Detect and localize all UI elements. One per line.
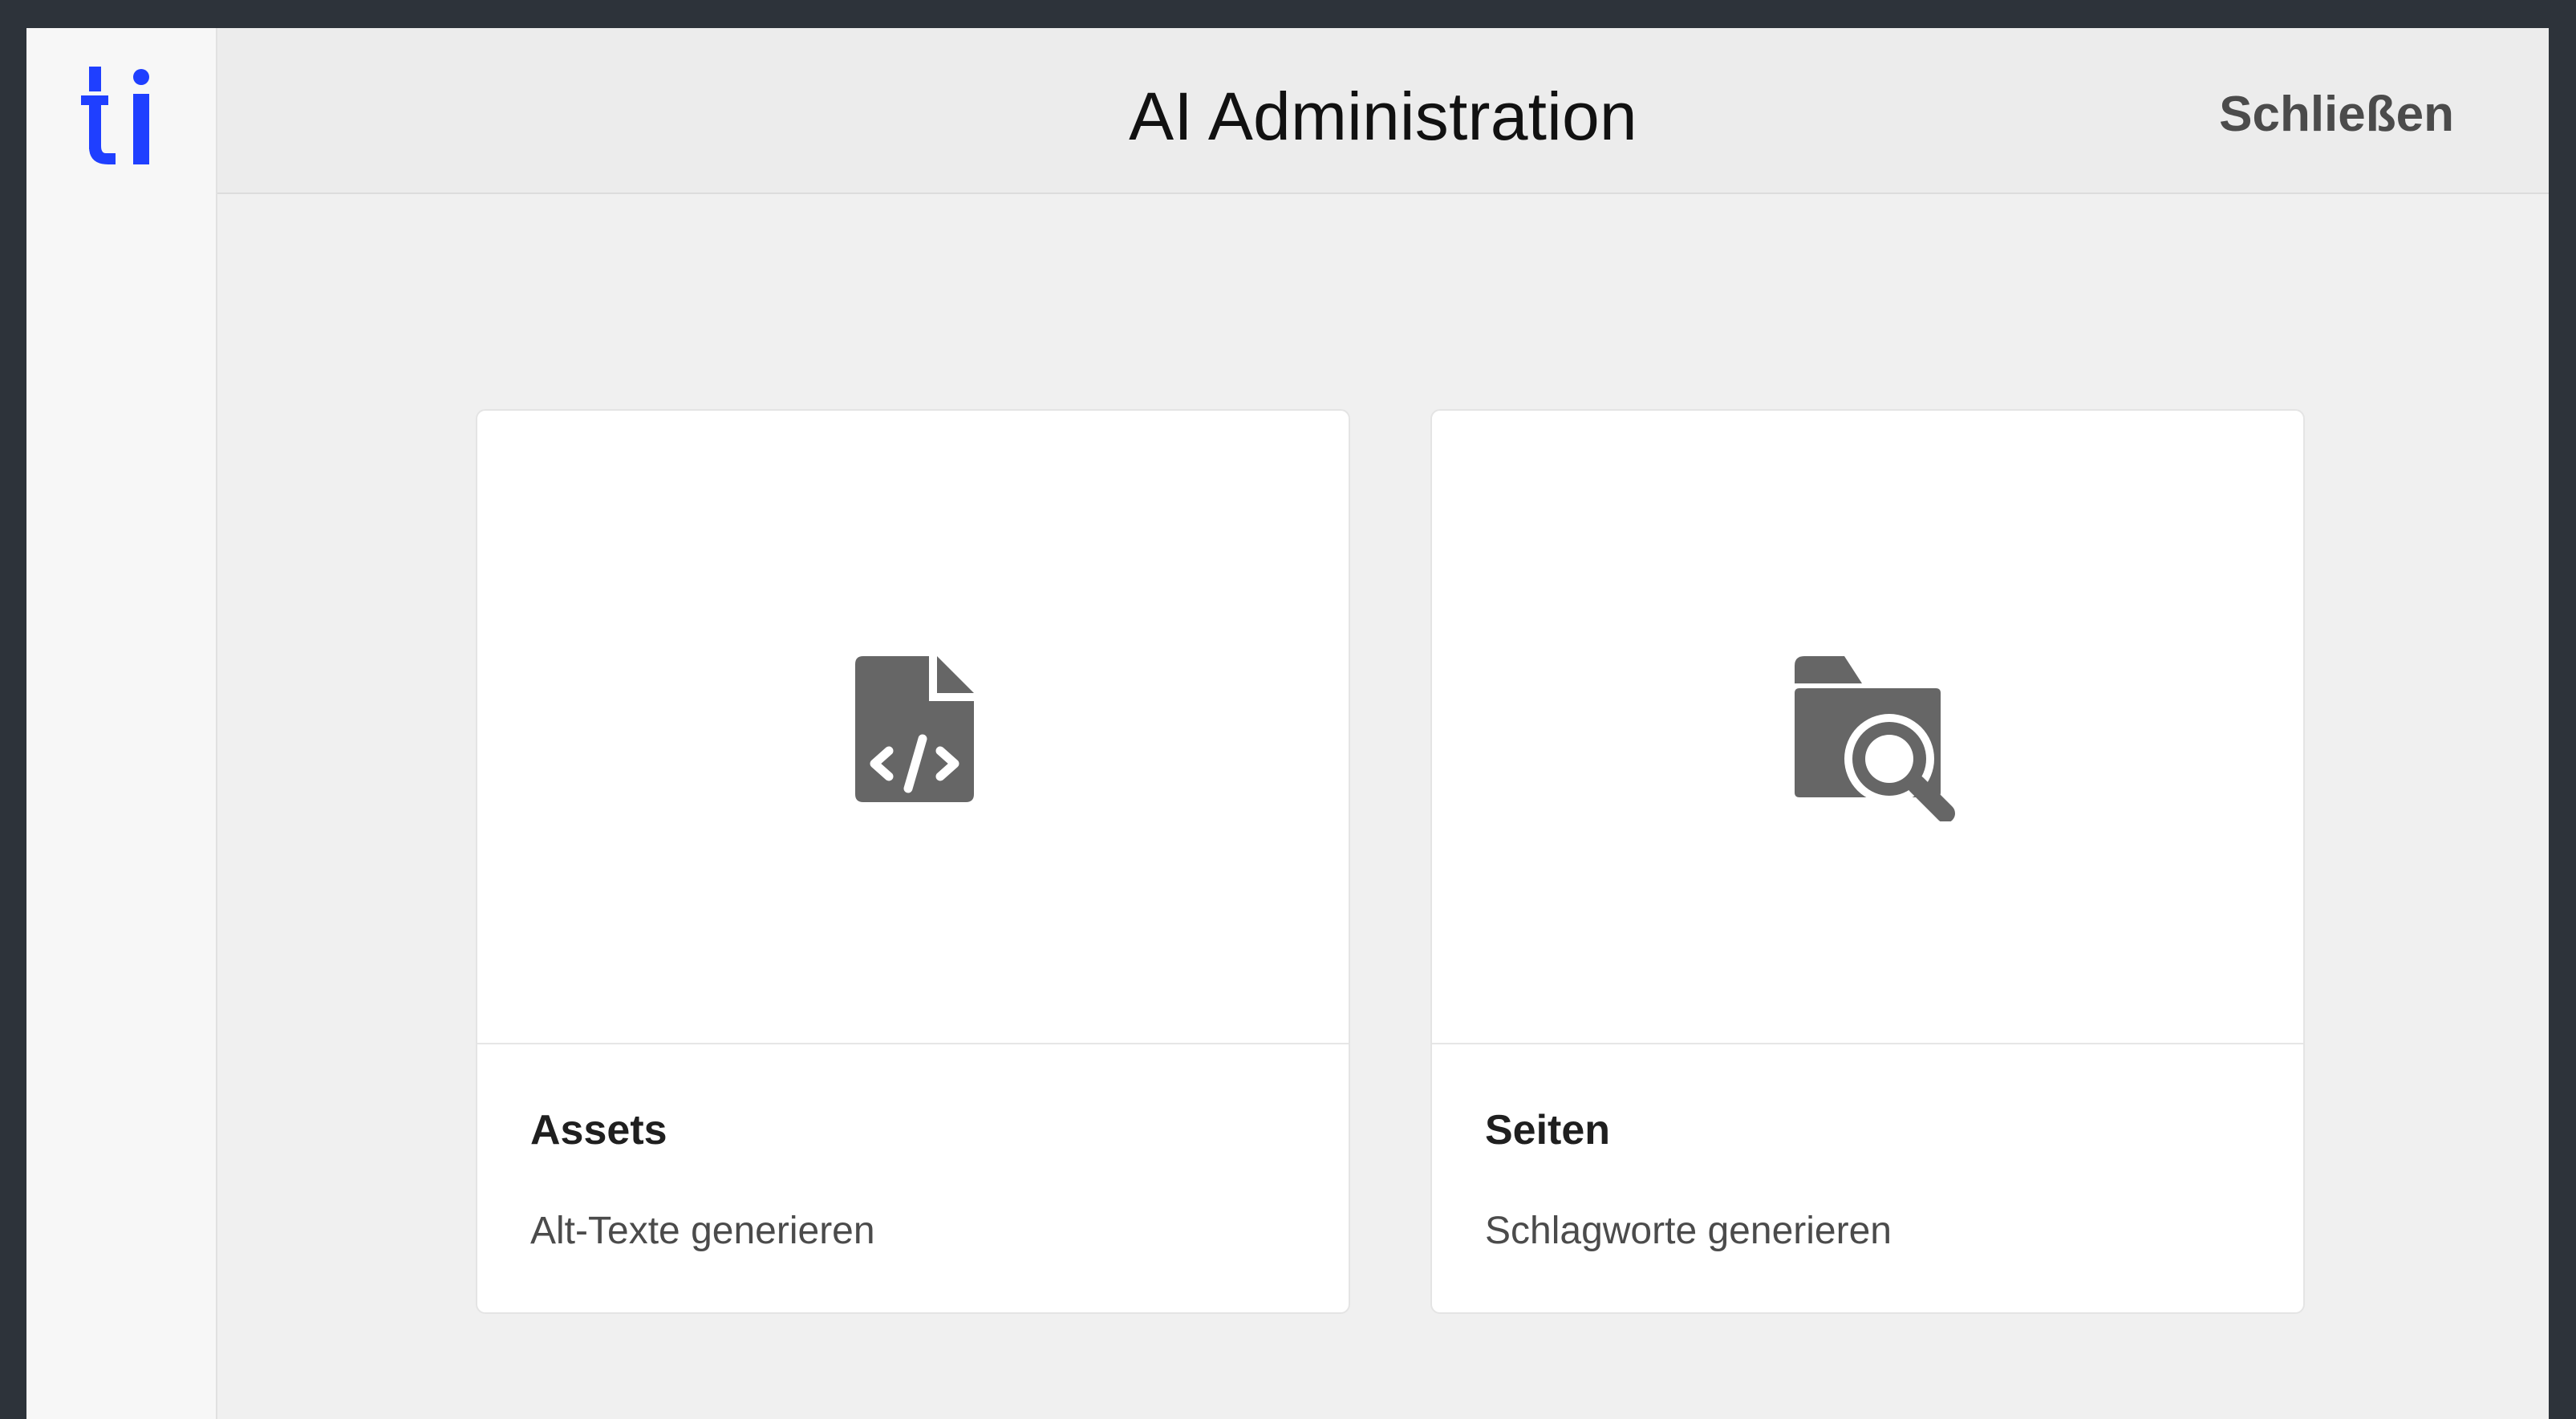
- assets-card-media: [477, 411, 1349, 1044]
- pages-card-footer: Seiten Schlagworte generieren: [1485, 1044, 2250, 1312]
- brand-logo: [81, 67, 156, 171]
- assets-card-footer: Assets Alt-Texte generieren: [530, 1044, 1296, 1312]
- main-content: Assets Alt-Texte generieren Seiten Schla…: [217, 194, 2549, 1419]
- top-bar: AI Administration Schließen: [217, 28, 2549, 194]
- page-title: AI Administration: [1129, 79, 1637, 154]
- brand-logo-mark: [81, 67, 149, 164]
- pages-card-media: [1432, 411, 2303, 1044]
- left-rail: [26, 28, 217, 1419]
- app-window: AI Administration Schließen Assets Alt-T…: [26, 28, 2549, 1419]
- assets-card[interactable]: Assets Alt-Texte generieren: [476, 409, 1350, 1314]
- pages-card-title: Seiten: [1485, 1107, 1611, 1153]
- file-code-icon: [855, 656, 974, 802]
- assets-card-subtitle: Alt-Texte generieren: [530, 1210, 875, 1252]
- close-button[interactable]: Schließen: [2219, 79, 2454, 151]
- assets-card-title: Assets: [530, 1107, 667, 1153]
- folder-search-icon: [1795, 656, 1955, 821]
- pages-card[interactable]: Seiten Schlagworte generieren: [1430, 409, 2305, 1314]
- pages-card-subtitle: Schlagworte generieren: [1485, 1210, 1892, 1252]
